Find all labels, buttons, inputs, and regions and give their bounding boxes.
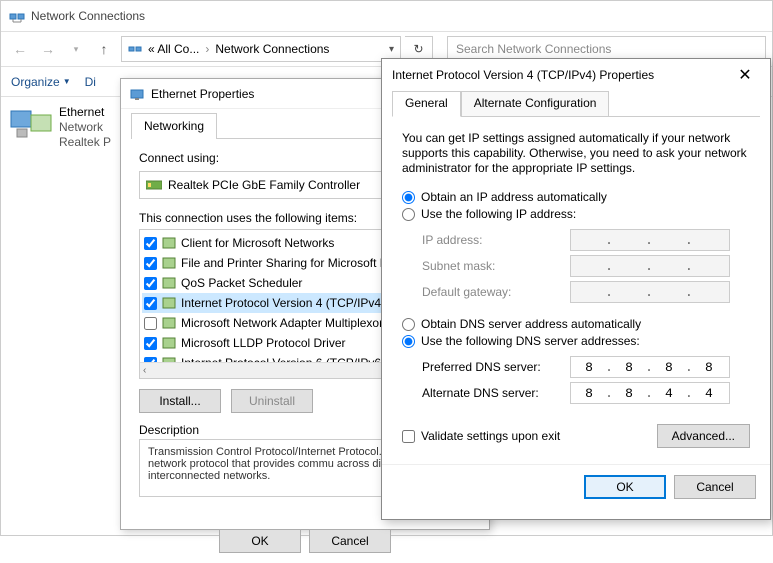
component-icon bbox=[161, 315, 177, 331]
radio-ip-manual-input[interactable] bbox=[402, 208, 415, 221]
chevron-down-icon: ▼ bbox=[63, 77, 71, 86]
ipv4-cancel-button[interactable]: Cancel bbox=[674, 475, 756, 499]
validate-checkbox[interactable] bbox=[402, 430, 415, 443]
item-label: Microsoft Network Adapter Multiplexor Pr… bbox=[181, 316, 405, 330]
item-checkbox[interactable] bbox=[144, 337, 157, 350]
search-placeholder: Search Network Connections bbox=[456, 42, 611, 56]
ipv4-titlebar: Internet Protocol Version 4 (TCP/IPv4) P… bbox=[382, 59, 770, 91]
radio-dns-auto-input[interactable] bbox=[402, 318, 415, 331]
ipv4-title: Internet Protocol Version 4 (TCP/IPv4) P… bbox=[392, 68, 654, 82]
nav-up-button[interactable]: ↑ bbox=[91, 36, 117, 62]
item-checkbox[interactable] bbox=[144, 237, 157, 250]
connection-name: Ethernet bbox=[59, 105, 111, 120]
network-icon bbox=[9, 8, 25, 24]
item-checkbox[interactable] bbox=[144, 277, 157, 290]
ethernet-cancel-button[interactable]: Cancel bbox=[309, 529, 391, 553]
component-icon bbox=[161, 275, 177, 291]
close-button[interactable]: ✕ bbox=[730, 65, 760, 85]
disable-button[interactable]: Di bbox=[85, 75, 96, 89]
tab-networking[interactable]: Networking bbox=[131, 113, 217, 139]
subnet-mask-label: Subnet mask: bbox=[422, 259, 562, 273]
nav-forward-button[interactable]: → bbox=[35, 36, 61, 62]
ip-address-input: ... bbox=[570, 229, 730, 251]
nav-back-button[interactable]: ← bbox=[7, 36, 33, 62]
organize-menu[interactable]: Organize ▼ bbox=[11, 75, 71, 89]
item-checkbox[interactable] bbox=[144, 257, 157, 270]
radio-ip-auto-input[interactable] bbox=[402, 191, 415, 204]
default-gateway-input: ... bbox=[570, 281, 730, 303]
component-icon bbox=[161, 235, 177, 251]
ipv4-ok-button[interactable]: OK bbox=[584, 475, 666, 499]
component-icon bbox=[161, 255, 177, 271]
tab-alternate-configuration[interactable]: Alternate Configuration bbox=[461, 91, 610, 117]
item-label: QoS Packet Scheduler bbox=[181, 276, 302, 290]
ethernet-connection-item[interactable]: Ethernet Network Realtek P bbox=[59, 105, 111, 150]
default-gateway-label: Default gateway: bbox=[422, 285, 562, 299]
address-dropdown-icon[interactable]: ▾ bbox=[389, 44, 394, 55]
organize-label: Organize bbox=[11, 75, 60, 89]
ip-address-label: IP address: bbox=[422, 233, 562, 247]
radio-dns-manual[interactable]: Use the following DNS server addresses: bbox=[402, 334, 750, 348]
connection-adapter: Realtek P bbox=[59, 135, 111, 150]
uninstall-button: Uninstall bbox=[231, 389, 313, 413]
breadcrumb-part2[interactable]: Network Connections bbox=[215, 42, 329, 56]
address-icon bbox=[128, 42, 142, 56]
component-icon bbox=[161, 295, 177, 311]
main-title: Network Connections bbox=[31, 9, 145, 23]
radio-ip-auto[interactable]: Obtain an IP address automatically bbox=[402, 190, 750, 204]
component-icon bbox=[161, 335, 177, 351]
alternate-dns-input[interactable]: 8. 8. 4. 4 bbox=[570, 382, 730, 404]
ethernet-title: Ethernet Properties bbox=[151, 87, 254, 101]
connection-status: Network bbox=[59, 120, 111, 135]
radio-dns-auto[interactable]: Obtain DNS server address automatically bbox=[402, 317, 750, 331]
item-checkbox[interactable] bbox=[144, 317, 157, 330]
breadcrumb-separator: › bbox=[205, 42, 209, 56]
item-label: Microsoft LLDP Protocol Driver bbox=[181, 336, 346, 350]
ethernet-icon bbox=[129, 86, 145, 102]
validate-checkbox-row[interactable]: Validate settings upon exit bbox=[402, 429, 560, 443]
advanced-button[interactable]: Advanced... bbox=[657, 424, 750, 448]
ethernet-ok-button[interactable]: OK bbox=[219, 529, 301, 553]
item-checkbox[interactable] bbox=[144, 297, 157, 310]
preferred-dns-input[interactable]: 8. 8. 8. 8 bbox=[570, 356, 730, 378]
breadcrumb-part1[interactable]: « All Co... bbox=[148, 42, 199, 56]
ipv4-properties-dialog: Internet Protocol Version 4 (TCP/IPv4) P… bbox=[381, 58, 771, 520]
item-label: Internet Protocol Version 4 (TCP/IPv4) bbox=[181, 296, 385, 310]
main-titlebar: Network Connections bbox=[1, 1, 772, 31]
ipv4-tabs: General Alternate Configuration bbox=[392, 91, 760, 117]
radio-ip-manual[interactable]: Use the following IP address: bbox=[402, 207, 750, 221]
nav-recent-button[interactable]: ▾ bbox=[63, 36, 89, 62]
disable-label: Di bbox=[85, 75, 96, 89]
alternate-dns-label: Alternate DNS server: bbox=[422, 386, 562, 400]
item-label: Client for Microsoft Networks bbox=[181, 236, 334, 250]
install-button[interactable]: Install... bbox=[139, 389, 221, 413]
subnet-mask-input: ... bbox=[570, 255, 730, 277]
tab-general[interactable]: General bbox=[392, 91, 461, 117]
item-label: File and Printer Sharing for Microsoft N… bbox=[181, 256, 407, 270]
ethernet-adapter-icon bbox=[9, 105, 53, 143]
adapter-name: Realtek PCIe GbE Family Controller bbox=[168, 178, 360, 192]
ipv4-intro-text: You can get IP settings assigned automat… bbox=[402, 131, 750, 176]
address-bar[interactable]: « All Co... › Network Connections ▾ bbox=[121, 36, 401, 62]
preferred-dns-label: Preferred DNS server: bbox=[422, 360, 562, 374]
nic-icon bbox=[146, 179, 162, 191]
radio-dns-manual-input[interactable] bbox=[402, 335, 415, 348]
